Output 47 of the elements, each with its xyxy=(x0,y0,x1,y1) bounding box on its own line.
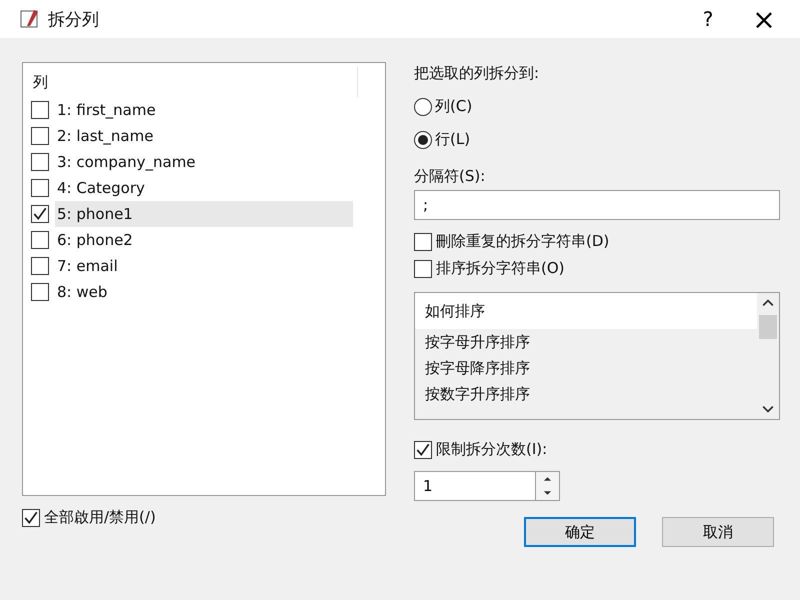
ok-button[interactable]: 确定 xyxy=(524,517,636,547)
scroll-thumb[interactable] xyxy=(759,315,777,339)
help-button[interactable]: ? xyxy=(680,0,736,38)
checkbox[interactable] xyxy=(31,179,49,197)
column-item[interactable]: 8: web xyxy=(55,279,353,305)
column-item[interactable]: 4: Category xyxy=(55,175,353,201)
column-item[interactable]: 7: email xyxy=(55,253,353,279)
limit-field[interactable]: 1 xyxy=(414,471,536,501)
column-header: 列 xyxy=(32,72,48,92)
checkbox[interactable] xyxy=(31,257,49,275)
checkbox[interactable] xyxy=(31,127,49,145)
checkbox[interactable] xyxy=(414,440,432,458)
chevron-up-icon[interactable] xyxy=(762,299,774,307)
checkbox-label: 刪除重复的拆分字符串(D) xyxy=(436,232,610,251)
radio-button[interactable] xyxy=(414,98,432,116)
checkbox[interactable] xyxy=(22,508,40,526)
column-item[interactable]: 5: phone1 xyxy=(55,201,353,227)
close-button[interactable]: × xyxy=(736,0,792,38)
checkbox[interactable] xyxy=(414,232,432,250)
separator-label: 分隔符(S): xyxy=(414,167,486,186)
app-icon xyxy=(20,9,40,29)
checkbox[interactable] xyxy=(414,260,432,278)
chevron-down-icon[interactable] xyxy=(762,405,774,413)
column-item[interactable]: 6: phone2 xyxy=(55,227,353,253)
sort-option[interactable]: 按字母升序排序 xyxy=(415,329,757,355)
separator-field[interactable]: ; xyxy=(414,190,780,220)
checkbox-label: 限制拆分次数(I): xyxy=(436,440,548,459)
radio-label: 行(L) xyxy=(435,130,470,149)
split-to-label: 把选取的列拆分到: xyxy=(414,64,540,83)
checkbox[interactable] xyxy=(31,205,49,223)
checkbox[interactable] xyxy=(31,153,49,171)
sort-option[interactable]: 按字母降序排序 xyxy=(415,355,757,381)
column-item[interactable]: 3: company_name xyxy=(55,149,353,175)
sort-option[interactable]: 按数字升序排序 xyxy=(415,381,757,407)
checkbox[interactable] xyxy=(31,101,49,119)
cancel-button[interactable]: 取消 xyxy=(662,517,774,547)
column-item[interactable]: 1: first_name xyxy=(55,97,353,123)
spinner-arrows-icon[interactable] xyxy=(536,471,560,501)
checkbox[interactable] xyxy=(31,283,49,301)
checkbox-label: 排序拆分字符串(O) xyxy=(436,259,565,278)
checkbox-label: 全部啟用/禁用(/) xyxy=(44,508,156,527)
sort-header: 如何排序 xyxy=(415,293,757,329)
checkbox[interactable] xyxy=(31,231,49,249)
window-title: 拆分列 xyxy=(48,8,99,30)
radio-button[interactable] xyxy=(414,130,432,148)
column-item[interactable]: 2: last_name xyxy=(55,123,353,149)
radio-label: 列(C) xyxy=(435,97,472,116)
